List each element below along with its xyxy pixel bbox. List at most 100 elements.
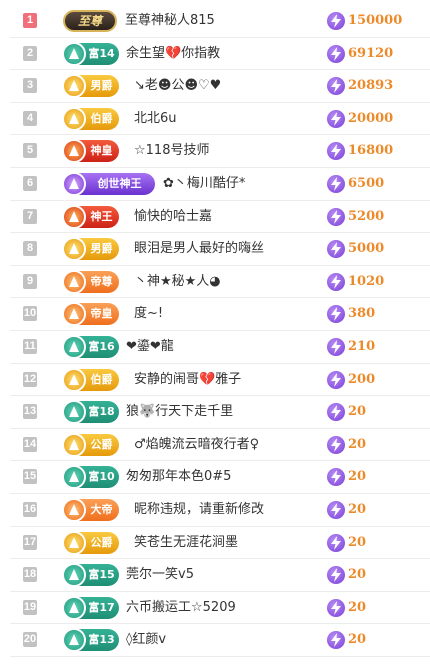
rank-number: 17 bbox=[23, 534, 37, 550]
lightning-icon bbox=[327, 305, 345, 324]
rank-number: 14 bbox=[23, 436, 37, 452]
badge-label: 公爵 bbox=[90, 535, 113, 549]
badge-emblem-icon bbox=[62, 400, 86, 425]
ranking-row[interactable]: 20 富13 ◊红颜v 20 bbox=[0, 624, 430, 657]
ranking-row[interactable]: 13 富18 狼🐺行天下走千里 20 bbox=[0, 396, 430, 429]
score-value: 20 bbox=[348, 534, 367, 550]
score-value: 210 bbox=[348, 338, 376, 354]
user-nickname[interactable]: 丶神★秘★人◕ bbox=[134, 266, 221, 298]
badge-emblem-icon bbox=[62, 465, 86, 490]
ranking-row[interactable]: 9 帝尊 丶神★秘★人◕ 1020 bbox=[0, 266, 430, 299]
ranking-row[interactable]: 1 至尊 至尊神秘人815 150000 bbox=[0, 5, 430, 38]
level-badge: 富17 bbox=[62, 595, 119, 620]
level-badge: 大帝 bbox=[62, 497, 119, 522]
score-value: 5200 bbox=[348, 208, 385, 224]
ranking-list: 1 至尊 至尊神秘人815 150000 2 富14 余生望💔你指教 69120 3 男爵 ↘老☻公… bbox=[0, 5, 430, 657]
level-badge: 帝尊 bbox=[62, 269, 119, 294]
badge-label: 富17 bbox=[88, 600, 115, 614]
badge-label: 大帝 bbox=[90, 502, 113, 516]
user-nickname[interactable]: 六币搬运工☆5209 bbox=[126, 592, 236, 624]
ranking-row[interactable]: 8 男爵 眼泪是男人最好的嗨丝 5000 bbox=[0, 233, 430, 266]
user-nickname[interactable]: 度~! bbox=[134, 298, 163, 330]
ranking-row[interactable]: 16 大帝 昵称违规，请重新修改 20 bbox=[0, 494, 430, 527]
lightning-icon bbox=[327, 337, 345, 356]
ranking-row[interactable]: 6 创世神王 ✿丶梅川酷仔* 6500 bbox=[0, 168, 430, 201]
score-value: 16800 bbox=[348, 143, 394, 159]
user-nickname[interactable]: ↘老☻公☻♡♥ bbox=[134, 70, 221, 102]
user-nickname[interactable]: ◊红颜v bbox=[126, 624, 166, 656]
ranking-row[interactable]: 3 男爵 ↘老☻公☻♡♥ 20893 bbox=[0, 70, 430, 103]
rank-number: 9 bbox=[23, 273, 37, 289]
ranking-row[interactable]: 17 公爵 笑苍生无涯花涧墨 20 bbox=[0, 527, 430, 560]
lightning-icon bbox=[327, 566, 345, 585]
score-value: 1020 bbox=[348, 273, 385, 289]
level-badge: 伯爵 bbox=[62, 106, 119, 131]
badge-emblem-icon bbox=[62, 367, 86, 392]
ranking-row[interactable]: 10 帝皇 度~! 380 bbox=[0, 298, 430, 331]
lightning-icon bbox=[327, 207, 345, 226]
lightning-icon bbox=[327, 174, 345, 193]
badge-emblem-icon bbox=[62, 41, 86, 66]
lightning-icon bbox=[327, 631, 345, 650]
ranking-row[interactable]: 19 富17 六币搬运工☆5209 20 bbox=[0, 592, 430, 625]
user-nickname[interactable]: 昵称违规，请重新修改 bbox=[134, 494, 264, 526]
user-nickname[interactable]: 狼🐺行天下走千里 bbox=[126, 396, 233, 428]
score-value: 5000 bbox=[348, 241, 385, 257]
score-value: 20893 bbox=[348, 78, 394, 94]
user-nickname[interactable]: ♂焰魄流云暗夜行者♀ bbox=[134, 429, 259, 461]
level-badge: 男爵 bbox=[62, 237, 119, 262]
ranking-row[interactable]: 15 富10 匆匆那年本色0#5 20 bbox=[0, 461, 430, 494]
ranking-row[interactable]: 12 伯爵 安静的闹哥💔雅子 200 bbox=[0, 364, 430, 397]
user-nickname[interactable]: ☆118号技师 bbox=[134, 135, 209, 167]
badge-label: 伯爵 bbox=[90, 372, 113, 386]
badge-emblem-icon bbox=[62, 204, 86, 229]
lightning-icon bbox=[327, 44, 345, 63]
ranking-row[interactable]: 11 富16 ❤鎏❤龍 210 bbox=[0, 331, 430, 364]
lightning-icon bbox=[327, 403, 345, 422]
rank-number: 20 bbox=[23, 632, 37, 648]
level-badge: 神皇 bbox=[62, 139, 119, 164]
user-nickname[interactable]: ✿丶梅川酷仔* bbox=[163, 168, 245, 200]
score-value: 20 bbox=[348, 436, 367, 452]
badge-label: 富16 bbox=[88, 339, 115, 353]
badge-emblem-icon bbox=[62, 497, 86, 522]
ranking-row[interactable]: 4 伯爵 北北6u 20000 bbox=[0, 103, 430, 136]
score-value: 20 bbox=[348, 599, 367, 615]
score-value: 20 bbox=[348, 501, 367, 517]
badge-label: 伯爵 bbox=[90, 111, 113, 125]
badge-emblem-icon bbox=[62, 139, 86, 164]
lightning-icon bbox=[327, 468, 345, 487]
rank-number: 7 bbox=[23, 208, 37, 224]
badge-label: 男爵 bbox=[90, 242, 113, 256]
user-nickname[interactable]: ❤鎏❤龍 bbox=[126, 331, 174, 363]
user-nickname[interactable]: 眼泪是男人最好的嗨丝 bbox=[134, 233, 264, 265]
badge-label: 男爵 bbox=[90, 79, 113, 93]
score-value: 20000 bbox=[348, 110, 394, 126]
user-nickname[interactable]: 笑苍生无涯花涧墨 bbox=[134, 527, 238, 559]
user-nickname[interactable]: 愉快的哈士嘉 bbox=[134, 201, 212, 233]
lightning-icon bbox=[327, 272, 345, 291]
score-value: 20 bbox=[348, 632, 367, 648]
lightning-icon bbox=[327, 240, 345, 259]
ranking-row[interactable]: 7 神王 愉快的哈士嘉 5200 bbox=[0, 201, 430, 234]
rank-number: 4 bbox=[23, 110, 37, 126]
ranking-row[interactable]: 14 公爵 ♂焰魄流云暗夜行者♀ 20 bbox=[0, 429, 430, 462]
rank-number: 13 bbox=[23, 404, 37, 420]
level-badge: 公爵 bbox=[62, 432, 119, 457]
user-nickname[interactable]: 至尊神秘人815 bbox=[125, 5, 215, 37]
user-nickname[interactable]: 余生望💔你指教 bbox=[126, 38, 220, 70]
level-badge: 富10 bbox=[62, 465, 119, 490]
user-nickname[interactable]: 北北6u bbox=[134, 103, 177, 135]
badge-emblem-icon bbox=[62, 171, 86, 196]
ranking-row[interactable]: 18 富15 莞尔一笑v5 20 bbox=[0, 559, 430, 592]
ranking-row[interactable]: 2 富14 余生望💔你指教 69120 bbox=[0, 38, 430, 71]
badge-emblem-icon bbox=[62, 74, 86, 99]
badge-label: 富18 bbox=[88, 405, 115, 419]
user-nickname[interactable]: 莞尔一笑v5 bbox=[126, 559, 194, 591]
ranking-row[interactable]: 5 神皇 ☆118号技师 16800 bbox=[0, 135, 430, 168]
score-value: 20 bbox=[348, 469, 367, 485]
lightning-icon bbox=[327, 142, 345, 161]
badge-emblem-icon bbox=[62, 595, 86, 620]
user-nickname[interactable]: 匆匆那年本色0#5 bbox=[126, 461, 231, 493]
user-nickname[interactable]: 安静的闹哥💔雅子 bbox=[134, 364, 241, 396]
